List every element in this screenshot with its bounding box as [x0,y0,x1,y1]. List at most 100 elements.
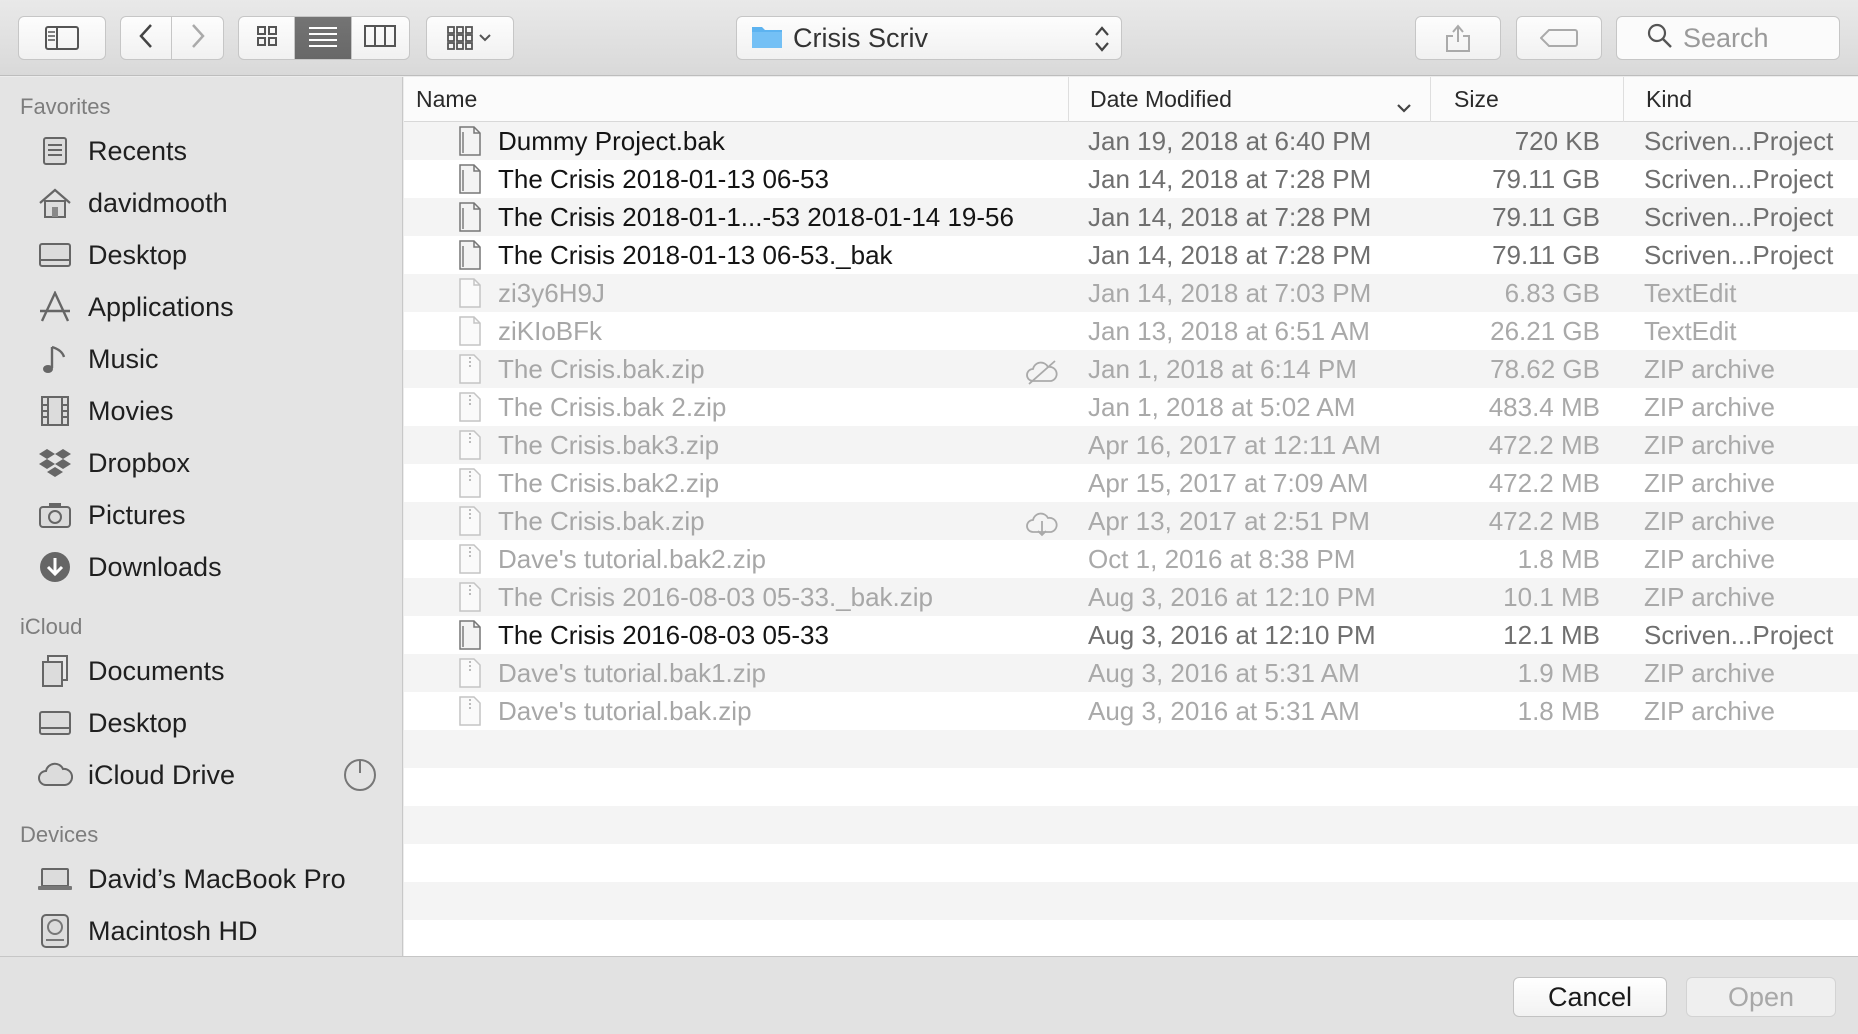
file-name-cell: The Crisis.bak.zip [404,354,1069,385]
file-size: 472.2 MB [1488,467,1600,498]
file-name-cell: ziKIoBFk [404,316,1069,347]
sidebar-item-movies[interactable]: Movies [0,385,402,437]
zip-file-icon [458,544,482,574]
cancel-button[interactable]: Cancel [1513,977,1667,1017]
file-date: Apr 13, 2017 at 2:51 PM [1088,505,1370,536]
back-button[interactable] [121,17,173,59]
file-size: 26.21 GB [1490,315,1600,346]
file-date: Jan 1, 2018 at 5:02 AM [1088,391,1356,422]
sidebar-toggle-button[interactable] [18,16,106,60]
column-view-button[interactable] [352,17,409,59]
file-size: 79.11 GB [1492,201,1600,232]
empty-row [404,882,1858,920]
column-header-date-modified[interactable]: Date Modified [1069,77,1431,122]
columns-icon [364,24,397,52]
sidebar-item-macbook[interactable]: David’s MacBook Pro [0,853,402,905]
sidebar-item-dropbox[interactable]: Dropbox [0,437,402,489]
file-name: ziKIoBFk [498,315,603,346]
file-name-cell: The Crisis.bak3.zip [404,430,1069,461]
sidebar-item-music[interactable]: Music [0,333,402,385]
sidebar-item-downloads[interactable]: Downloads [0,541,402,593]
empty-row [404,730,1858,768]
desktop-icon [36,704,74,742]
file-kind: ZIP archive [1644,695,1776,726]
file-name: Dummy Project.bak [498,125,725,156]
share-button[interactable] [1415,16,1501,60]
sidebar-item-icloud-drive[interactable]: iCloud Drive [0,749,402,801]
sidebar-item-pictures[interactable]: Pictures [0,489,402,541]
file-name: The Crisis.bak2.zip [498,467,720,498]
scrivener-project-icon [458,620,482,650]
file-row[interactable]: Dave's tutorial.bak.zip Aug 3, 2016 at 5:… [404,692,1858,730]
sidebar-item-label: Desktop [88,239,188,270]
sidebar-section-icloud: iCloud [20,614,83,639]
file-name-cell: Dave's tutorial.bak.zip [404,696,1069,727]
sidebar-item-label: davidmooth [88,187,228,218]
tags-button[interactable] [1516,16,1602,60]
sidebar-item-desktop[interactable]: Desktop [0,229,402,281]
open-button[interactable]: Open [1686,977,1836,1017]
sidebar-item-applications[interactable]: Applications [0,281,402,333]
list-view-button[interactable] [295,17,352,59]
file-row[interactable]: The Crisis.bak3.zip Apr 16, 2017 at 12:11… [404,426,1858,464]
file-name-cell: The Crisis 2016-08-03 05-33 [404,620,1069,651]
file-row[interactable]: The Crisis 2016-08-03 05-33._bak.zip Aug … [404,578,1858,616]
documents-icon [36,652,74,690]
file-row[interactable]: The Crisis 2016-08-03 05-33 Aug 3, 2016 a… [404,616,1858,654]
file-row[interactable]: zi3y6H9J Jan 14, 2018 at 7:03 PM 6.83 GB Te… [404,274,1858,312]
chevron-right-icon [190,23,206,54]
hard-drive-icon [36,912,74,950]
sidebar-item-macintosh-hd[interactable]: Macintosh HD [0,905,402,956]
file-row[interactable]: The Crisis 2018-01-13 06-53._bak Jan 14, … [404,236,1858,274]
file-kind: Scriven...Project [1644,239,1834,270]
home-icon [36,184,74,222]
file-row[interactable]: The Crisis.bak.zip Apr 13, 2017 at 2:51 P… [404,502,1858,540]
column-header-name[interactable]: Name [404,77,1069,122]
empty-row [404,806,1858,844]
forward-button[interactable] [172,17,223,59]
arrange-button[interactable] [426,16,514,60]
file-name: The Crisis 2018-01-1...-53 2018-01-14 19… [498,201,1014,232]
file-row[interactable]: The Crisis.bak 2.zip Jan 1, 2018 at 5:02 … [404,388,1858,426]
file-name-cell: The Crisis.bak 2.zip [404,392,1069,423]
file-row[interactable]: Dave's tutorial.bak1.zip Aug 3, 2016 at 5… [404,654,1858,692]
sidebar-item-documents[interactable]: Documents [0,645,402,697]
file-row[interactable]: The Crisis.bak2.zip Apr 15, 2017 at 7:09 … [404,464,1858,502]
file-name: The Crisis 2016-08-03 05-33 [498,619,829,650]
file-date: Aug 3, 2016 at 5:31 AM [1088,695,1360,726]
file-row[interactable]: The Crisis.bak.zip Jan 1, 2018 at 6:14 PM… [404,350,1858,388]
file-list: Name Date Modified Size Kind Dummy Proje… [404,77,1858,956]
zip-file-icon [458,582,482,612]
file-row[interactable]: The Crisis 2018-01-1...-53 2018-01-14 19… [404,198,1858,236]
sidebar-item-label: Downloads [88,551,222,582]
file-name-cell: Dave's tutorial.bak1.zip [404,658,1069,689]
sidebar-item-recents[interactable]: Recents [0,125,402,177]
file-name-cell: The Crisis.bak2.zip [404,468,1069,499]
grid-icon [256,25,278,52]
location-label: Crisis Scriv [793,22,928,53]
empty-rows [404,730,1858,920]
file-row[interactable]: ziKIoBFk Jan 13, 2018 at 6:51 AM 26.21 GB T… [404,312,1858,350]
file-row[interactable]: Dummy Project.bak Jan 19, 2018 at 6:40 PM… [404,122,1858,160]
sidebar-item-label: iCloud Drive [88,759,236,790]
file-kind: ZIP archive [1644,391,1776,422]
dialog-footer: Cancel Open [0,956,1858,1034]
sidebar-item-icloud-desktop[interactable]: Desktop [0,697,402,749]
icon-view-button[interactable] [239,17,296,59]
file-row[interactable]: Dave's tutorial.bak2.zip Oct 1, 2016 at 8… [404,540,1858,578]
search-field[interactable] [1616,16,1843,60]
search-input[interactable] [1683,22,1843,54]
laptop-icon [36,860,74,898]
file-size: 1.9 MB [1517,657,1600,688]
sidebar-item-home[interactable]: davidmooth [0,177,402,229]
file-kind: ZIP archive [1644,505,1776,536]
location-popup[interactable]: Crisis Scriv [736,16,1122,60]
column-header-size[interactable]: Size [1431,77,1624,122]
file-kind: ZIP archive [1644,657,1776,688]
column-header-kind[interactable]: Kind [1624,77,1858,122]
file-date: Oct 1, 2016 at 8:38 PM [1088,543,1356,574]
sidebar-section-favorites: Favorites [20,94,111,119]
zip-file-icon [458,696,482,726]
file-row[interactable]: The Crisis 2018-01-13 06-53 Jan 14, 2018 … [404,160,1858,198]
file-size: 10.1 MB [1503,581,1600,612]
